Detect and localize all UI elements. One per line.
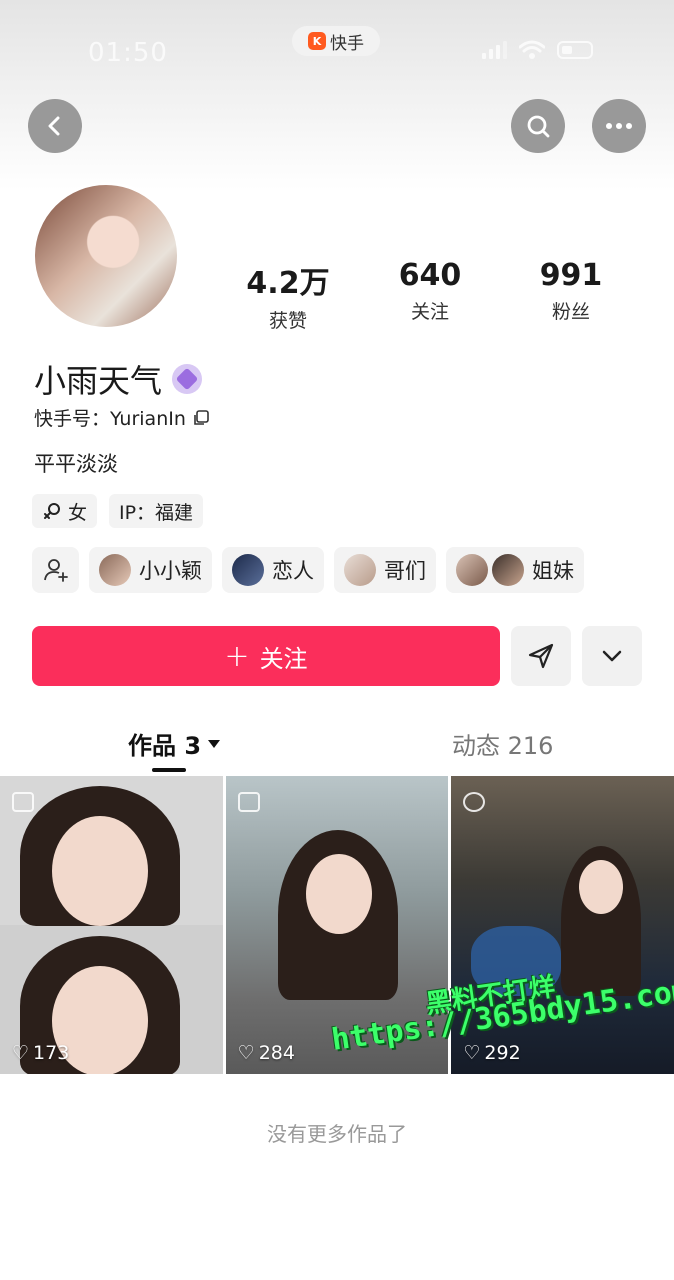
- app-badge[interactable]: K 快手: [292, 26, 380, 56]
- no-more-works: 没有更多作品了: [267, 1122, 407, 1146]
- battery-icon: [557, 41, 593, 59]
- status-icons: [482, 40, 593, 60]
- expand-button[interactable]: [582, 626, 642, 686]
- relation-label: 恋人: [272, 559, 314, 583]
- plus-icon: +: [224, 638, 250, 674]
- work-thumbnail[interactable]: ♡ 173: [0, 776, 223, 1074]
- tab-active-indicator: [152, 768, 186, 772]
- verified-badge-icon[interactable]: [172, 364, 203, 394]
- profile-name-row: 小雨天气: [34, 356, 203, 402]
- stat-label: 关注: [410, 301, 449, 323]
- relation-chip[interactable]: 恋人: [222, 547, 324, 593]
- work-likes: ♡ 284: [238, 1042, 295, 1064]
- image-icon: [237, 792, 260, 812]
- thumb-figure: [305, 854, 372, 934]
- relation-avatar: [99, 554, 131, 586]
- ip-label: IP：福建: [119, 501, 194, 524]
- relation-chip[interactable]: 哥们: [334, 547, 436, 593]
- kuaishou-id-row: 快手号：YurianIn: [34, 404, 210, 431]
- tab-works[interactable]: 作品 3: [128, 726, 221, 761]
- heart-icon: ♡: [12, 1042, 30, 1064]
- tab-moments[interactable]: 动态 216: [452, 726, 553, 761]
- relation-chip[interactable]: 小小颖: [89, 547, 212, 593]
- caret-down-icon: [208, 739, 221, 748]
- female-icon: [44, 503, 60, 519]
- stat-fans[interactable]: 991 粉丝: [511, 258, 631, 324]
- relations-row: 小小颖 恋人 哥们 姐妹: [32, 547, 584, 593]
- stat-following[interactable]: 640 关注: [370, 258, 490, 324]
- likes-count: 173: [33, 1042, 70, 1064]
- kuaishou-id: 快手号：YurianIn: [34, 408, 186, 430]
- heart-icon: ♡: [463, 1042, 481, 1064]
- tab-works-label: 作品 3: [128, 732, 202, 760]
- gender-label: 女: [68, 501, 88, 524]
- stat-likes[interactable]: 4.2万 获赞: [228, 258, 348, 333]
- stat-value: 991: [539, 258, 603, 293]
- signal-icon: [482, 41, 507, 59]
- stat-label: 粉丝: [551, 301, 590, 323]
- profile-bio: 平平淡淡: [34, 452, 118, 476]
- send-message-button[interactable]: [511, 626, 571, 686]
- kuaishou-logo-icon: K: [308, 32, 326, 50]
- search-icon: [527, 115, 550, 138]
- add-user-icon: [43, 559, 68, 582]
- relation-avatar: [456, 554, 488, 586]
- copy-icon[interactable]: [192, 409, 210, 427]
- stat-label: 获赞: [268, 310, 307, 332]
- status-time: 01:50: [88, 38, 168, 68]
- profile-name: 小雨天气: [34, 362, 163, 400]
- live-photo-icon: [463, 792, 486, 812]
- relation-avatar: [344, 554, 376, 586]
- send-icon: [528, 643, 554, 669]
- relation-label: 小小颖: [139, 559, 202, 583]
- stat-value: 4.2万: [246, 266, 330, 301]
- likes-count: 292: [484, 1042, 521, 1064]
- search-button[interactable]: [511, 99, 565, 153]
- relation-label: 姐妹: [532, 559, 574, 583]
- back-button[interactable]: [28, 99, 82, 153]
- gender-tag: 女: [32, 494, 98, 528]
- follow-button[interactable]: + 关注: [32, 626, 500, 686]
- add-relation-button[interactable]: [32, 547, 79, 593]
- more-icon: [606, 123, 632, 129]
- relation-label: 哥们: [384, 559, 426, 583]
- avatar[interactable]: [32, 182, 180, 330]
- chevron-down-icon: [602, 650, 622, 662]
- more-button[interactable]: [592, 99, 646, 153]
- work-likes: ♡ 173: [12, 1042, 69, 1064]
- thumb-figure: [52, 816, 148, 926]
- relation-avatar: [232, 554, 264, 586]
- relation-chip[interactable]: 姐妹: [446, 547, 584, 593]
- wifi-icon: [519, 40, 545, 59]
- work-likes: ♡ 292: [463, 1042, 520, 1064]
- likes-count: 284: [258, 1042, 295, 1064]
- follow-label: 关注: [259, 644, 308, 673]
- heart-icon: ♡: [237, 1042, 255, 1064]
- image-icon: [12, 792, 34, 812]
- relation-avatar: [492, 554, 524, 586]
- ip-tag: IP：福建: [109, 494, 204, 528]
- stat-value: 640: [398, 258, 462, 293]
- app-badge-label: 快手: [330, 33, 364, 54]
- chevron-left-icon: [48, 116, 60, 136]
